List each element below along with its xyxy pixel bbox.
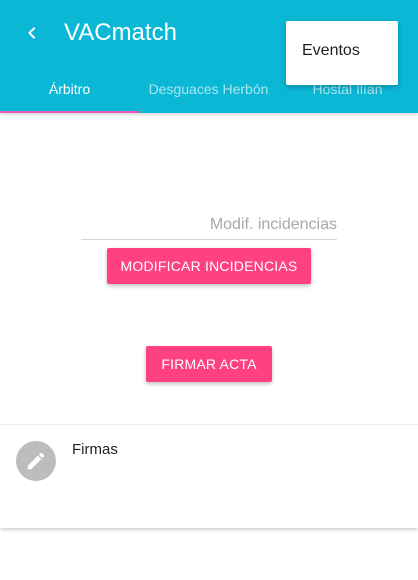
signatures-card[interactable]: Firmas bbox=[0, 424, 418, 528]
back-button[interactable] bbox=[14, 15, 50, 51]
signatures-title: Firmas bbox=[72, 441, 118, 458]
overflow-menu: Eventos bbox=[286, 21, 398, 85]
chevron-left-icon bbox=[28, 27, 36, 39]
tab-desguaces-herbon[interactable]: Desguaces Herbón bbox=[139, 65, 278, 113]
modify-incidents-button[interactable]: MODIFICAR INCIDENCIAS bbox=[107, 248, 311, 284]
app-title: VACmatch bbox=[64, 19, 177, 46]
active-tab-indicator bbox=[0, 111, 139, 113]
incidents-input[interactable] bbox=[81, 212, 337, 238]
incidents-field bbox=[81, 212, 337, 240]
tab-arbitro[interactable]: Árbitro bbox=[0, 65, 139, 113]
sign-report-button[interactable]: FIRMAR ACTA bbox=[146, 346, 272, 382]
pencil-icon bbox=[27, 452, 45, 470]
menu-item-eventos[interactable]: Eventos bbox=[302, 42, 360, 60]
signatures-avatar bbox=[16, 441, 56, 481]
